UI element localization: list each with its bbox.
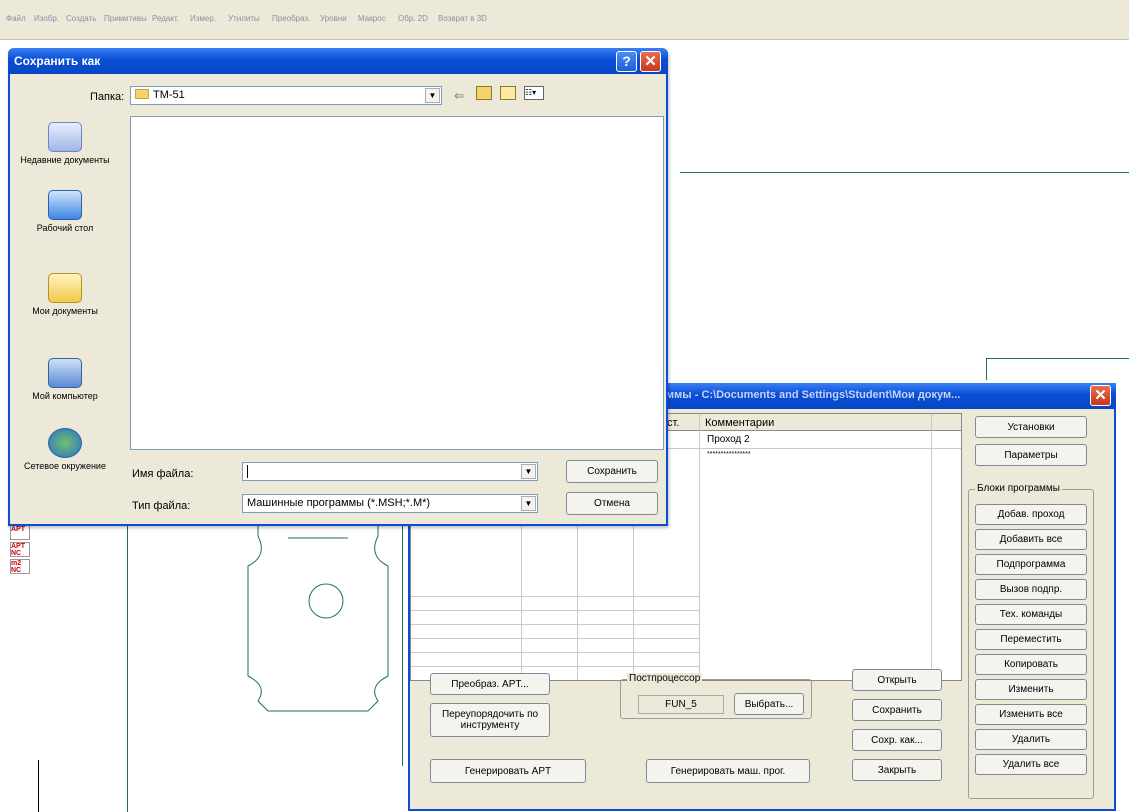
drawing-line <box>680 172 1129 173</box>
program-dialog-title: ммы - C:\Documents and Settings\Student\… <box>666 389 961 401</box>
program-dialog-close-button[interactable]: ✕ <box>1090 385 1111 406</box>
file-list[interactable] <box>130 116 664 450</box>
menu-edit[interactable]: Редакт. <box>152 14 179 23</box>
tech-commands-button[interactable]: Тех. команды <box>975 604 1087 625</box>
filetype-label: Тип файла: <box>132 500 191 512</box>
change-button[interactable]: Изменить <box>975 679 1087 700</box>
help-button[interactable]: ? <box>616 51 637 72</box>
open-button[interactable]: Открыть <box>852 669 942 691</box>
place-label: Мой компьютер <box>32 391 98 401</box>
part-contour <box>247 526 389 712</box>
apt-tool-icon[interactable]: APT <box>10 525 30 540</box>
place-network[interactable]: Сетевое окружение <box>10 428 120 472</box>
desktop-icon <box>48 190 82 220</box>
save-as-button[interactable]: Сохр. как... <box>852 729 942 751</box>
menu-primitives[interactable]: Примитивы <box>104 14 147 23</box>
my-computer-icon <box>48 358 82 388</box>
generate-apt-button[interactable]: Генерировать APT <box>430 759 586 783</box>
drawing-line <box>986 358 1129 359</box>
my-documents-icon <box>48 273 82 303</box>
copy-button[interactable]: Копировать <box>975 654 1087 675</box>
menu-macro[interactable]: Макрос <box>358 14 386 23</box>
choose-postprocessor-button[interactable]: Выбрать... <box>734 693 804 715</box>
menu-levels[interactable]: Уровни <box>320 14 347 23</box>
close-program-button[interactable]: Закрыть <box>852 759 942 781</box>
menu-measure[interactable]: Измер. <box>190 14 216 23</box>
chevron-down-icon[interactable]: ▼ <box>521 464 536 479</box>
folder-dropdown[interactable]: TM-51 ▼ <box>130 86 442 105</box>
drawing-line <box>127 526 128 812</box>
subprogram-button[interactable]: Подпрограмма <box>975 554 1087 575</box>
filename-input[interactable]: ▼ <box>242 462 538 481</box>
recent-documents-icon <box>48 122 82 152</box>
table-cell: Проход 2 <box>707 434 750 445</box>
filename-label: Имя файла: <box>132 468 194 480</box>
delete-button[interactable]: Удалить <box>975 729 1087 750</box>
column-header-st: ст. <box>667 417 680 429</box>
left-toolbar: APT APT NC m2 NC <box>10 525 32 595</box>
back-icon[interactable]: ⇐ <box>454 88 465 104</box>
add-all-button[interactable]: Добавить все <box>975 529 1087 550</box>
network-icon <box>48 428 82 458</box>
menu-back-3d[interactable]: Возврат в 3D <box>438 14 487 23</box>
add-pass-button[interactable]: Добав. проход <box>975 504 1087 525</box>
drawing-line <box>986 358 987 380</box>
column-header-comments: Комментарии <box>705 417 775 429</box>
filetype-select[interactable]: Машинные программы (*.MSH;*.M*) ▼ <box>242 494 538 513</box>
menu-utilities[interactable]: Утилиты <box>228 14 260 23</box>
chevron-down-icon[interactable]: ▼ <box>425 88 440 103</box>
cancel-button[interactable]: Отмена <box>566 492 658 515</box>
up-folder-icon[interactable] <box>476 86 492 100</box>
postprocessor-label: Постпроцессор <box>627 673 703 684</box>
m2-nc-tool-icon[interactable]: m2 NC <box>10 559 30 574</box>
place-label: Мои документы <box>32 306 98 316</box>
place-my-documents[interactable]: Мои документы <box>10 273 120 317</box>
menu-bar: Файл Изобр. Создать Примитивы Редакт. Из… <box>0 0 1129 40</box>
place-label: Недавние документы <box>20 155 110 165</box>
call-subprogram-button[interactable]: Вызов подпр. <box>975 579 1087 600</box>
save-as-dialog: Сохранить как ? ✕ Папка: TM-51 ▼ ⇐ ☷▾ Не… <box>8 48 668 526</box>
generate-machine-program-button[interactable]: Генерировать маш. прог. <box>646 759 810 783</box>
folder-label: Папка: <box>90 91 125 103</box>
drawing-line <box>38 760 39 812</box>
menu-transform[interactable]: Преобраз. <box>272 14 310 23</box>
menu-create[interactable]: Создать <box>66 14 96 23</box>
view-menu-icon[interactable]: ☷▾ <box>524 86 544 100</box>
params-button[interactable]: Параметры <box>975 444 1087 466</box>
blocks-group-label: Блоки программы <box>975 483 1062 494</box>
chevron-down-icon[interactable]: ▼ <box>521 496 536 511</box>
change-all-button[interactable]: Изменить все <box>975 704 1087 725</box>
folder-icon <box>135 89 149 99</box>
convert-apt-button[interactable]: Преобраз. APT... <box>430 673 550 695</box>
reorder-by-tool-button[interactable]: Переупорядочить по инструменту <box>430 703 550 737</box>
folder-value: TM-51 <box>153 89 185 101</box>
place-label: Рабочий стол <box>36 223 94 233</box>
menu-file[interactable]: Файл <box>6 14 26 23</box>
place-label: Сетевое окружение <box>24 461 106 471</box>
save-dialog-close-button[interactable]: ✕ <box>640 51 661 72</box>
save-dialog-title: Сохранить как <box>14 54 101 68</box>
save-dialog-titlebar[interactable]: Сохранить как <box>8 48 668 74</box>
place-my-computer[interactable]: Мой компьютер <box>10 358 120 402</box>
save-program-button[interactable]: Сохранить <box>852 699 942 721</box>
delete-all-button[interactable]: Удалить все <box>975 754 1087 775</box>
place-desktop[interactable]: Рабочий стол <box>10 190 120 234</box>
table-cell: **************** <box>707 451 751 458</box>
move-button[interactable]: Переместить <box>975 629 1087 650</box>
menu-image[interactable]: Изобр. <box>34 14 59 23</box>
new-folder-icon[interactable] <box>500 86 516 100</box>
setup-button[interactable]: Установки <box>975 416 1087 438</box>
menu-process-2d[interactable]: Обр. 2D <box>398 14 428 23</box>
apt-nc-tool-icon[interactable]: APT NC <box>10 542 30 557</box>
place-recent-documents[interactable]: Недавние документы <box>10 122 120 166</box>
save-button[interactable]: Сохранить <box>566 460 658 483</box>
postprocessor-value: FUN_5 <box>638 695 724 714</box>
